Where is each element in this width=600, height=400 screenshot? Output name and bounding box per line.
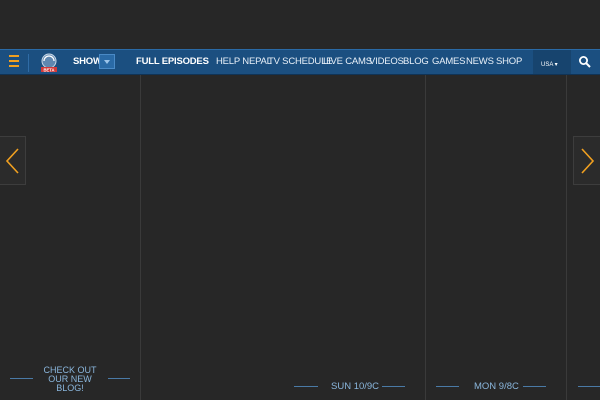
carousel-next-button[interactable] [573, 136, 600, 185]
schedule-time-label: SUN 10/9C [331, 381, 380, 392]
shows-dropdown-button[interactable] [99, 54, 115, 69]
nav-full-episodes[interactable]: FULL EPISODES [136, 50, 209, 74]
schedule-rule-left [294, 386, 318, 387]
region-selector[interactable]: USA ▾ [533, 50, 571, 74]
schedule-rule-left [436, 386, 459, 387]
schedule-rule-right [523, 386, 546, 387]
schedule-rule-left [578, 386, 600, 387]
column-divider [566, 75, 567, 400]
promo-line: BLOG! [56, 383, 84, 393]
carousel-prev-button[interactable] [0, 136, 26, 185]
arrow-left-icon [5, 148, 19, 174]
promo-rule-left [10, 378, 33, 379]
nav-live-cams[interactable]: LIVE CAMS [323, 50, 372, 74]
schedule-rule-right [382, 386, 405, 387]
column-divider [425, 75, 426, 400]
hamburger-icon[interactable] [9, 55, 19, 69]
nav-blog[interactable]: BLOG [403, 50, 429, 74]
column-divider [140, 75, 141, 400]
nav-shop[interactable]: SHOP [496, 50, 522, 74]
top-nav-bar: BETA SHOWS FULL EPISODES HELP NEPAL TV S… [0, 49, 600, 75]
search-icon[interactable] [578, 55, 592, 69]
promo-rule-right [108, 378, 130, 379]
nav-news[interactable]: NEWS [466, 50, 494, 74]
nav-videos[interactable]: VIDEOS [369, 50, 404, 74]
nav-games[interactable]: GAMES [432, 50, 466, 74]
region-label: USA ▾ [541, 62, 558, 68]
top-spacer [0, 0, 600, 49]
schedule-time-label: MON 9/8C [474, 381, 519, 392]
nav-help-nepal[interactable]: HELP NEPAL [216, 50, 272, 74]
promo-blog-link[interactable]: CHECK OUT OUR NEW BLOG! [40, 366, 100, 393]
logo-badge: BETA [43, 67, 54, 72]
chevron-down-icon [104, 60, 110, 64]
discovery-logo[interactable]: BETA [38, 53, 60, 73]
arrow-right-icon [581, 148, 595, 174]
nav-divider [28, 54, 29, 72]
